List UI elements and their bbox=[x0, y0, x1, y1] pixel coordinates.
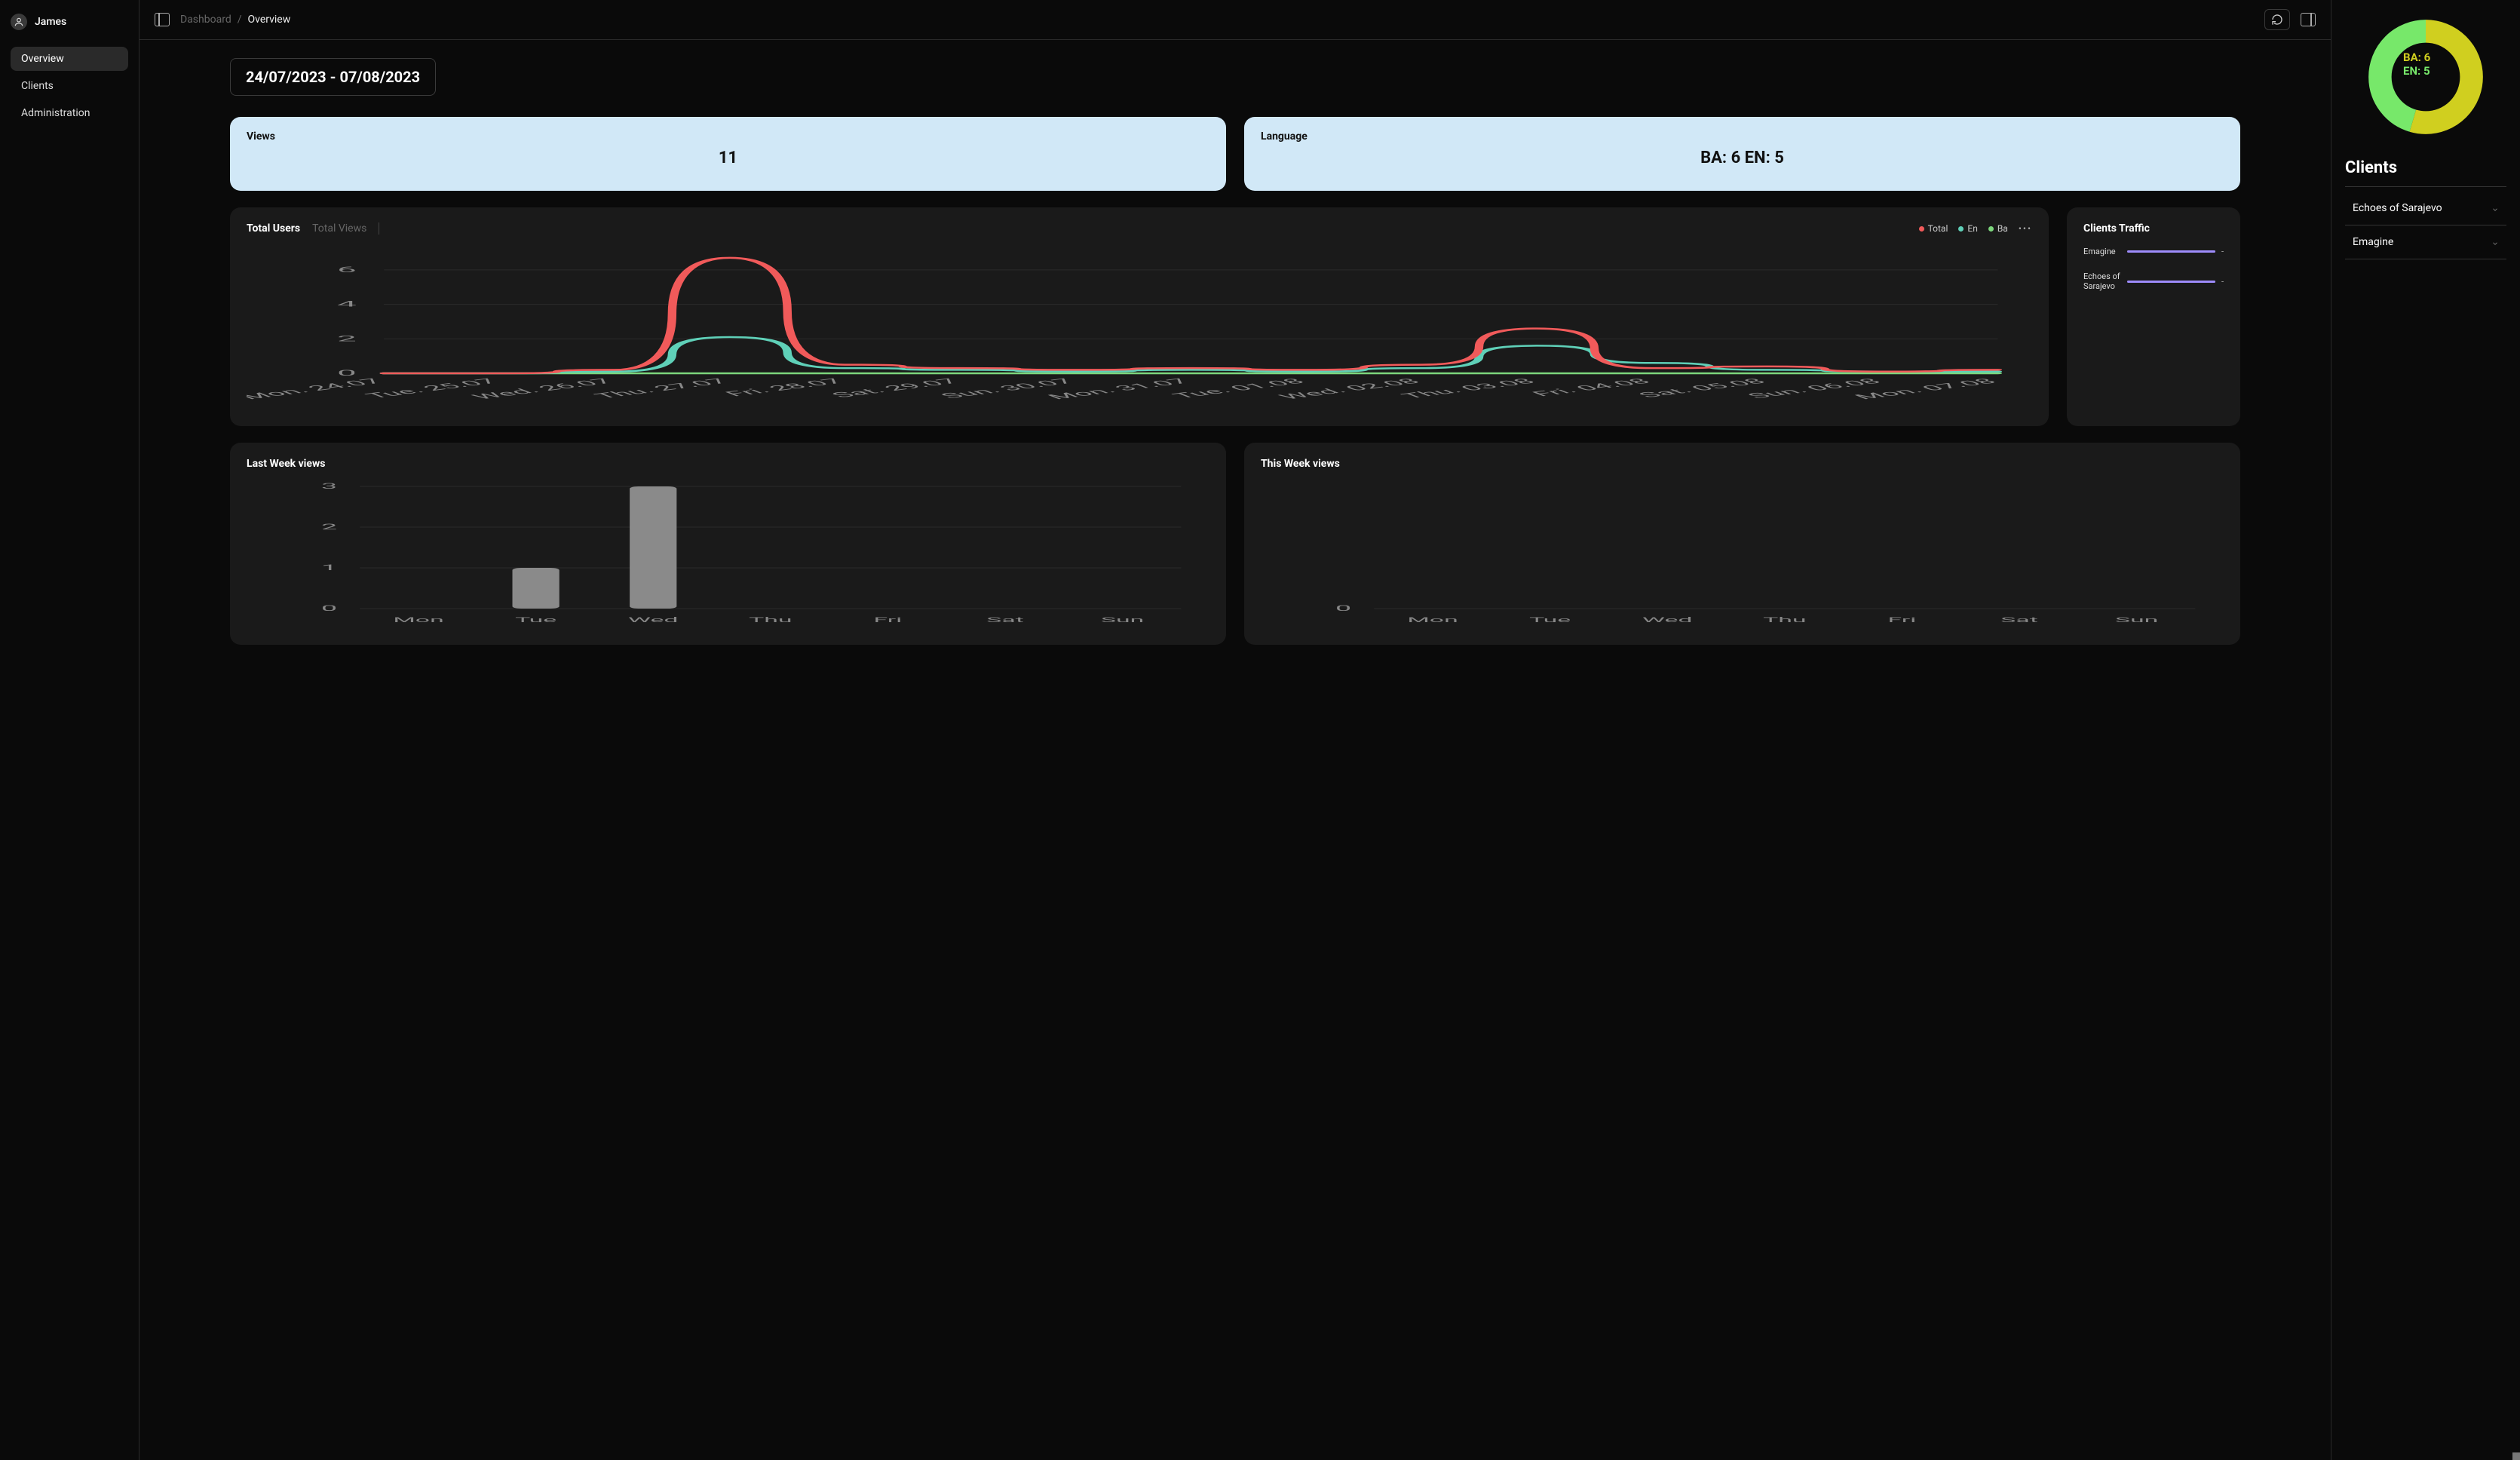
svg-text:Sat: Sat bbox=[986, 616, 1023, 624]
svg-text:0: 0 bbox=[337, 369, 357, 378]
refresh-button[interactable] bbox=[2264, 9, 2290, 30]
topbar: Dashboard / Overview bbox=[139, 0, 2331, 40]
traffic-value: - bbox=[2221, 277, 2224, 287]
traffic-bar bbox=[2127, 250, 2215, 253]
traffic-name: Echoes of Sarajevo bbox=[2083, 271, 2121, 291]
sidebar-item-label: Administration bbox=[21, 107, 90, 119]
accordion-item-echoes[interactable]: Echoes of Sarajevo bbox=[2345, 192, 2506, 225]
traffic-row: Emagine - bbox=[2083, 247, 2224, 256]
traffic-title: Clients Traffic bbox=[2083, 222, 2224, 235]
bar-chart-this-week: 0 Mon Tue Wed Thu Fri Sat Sun bbox=[1261, 479, 2224, 630]
breadcrumb: Dashboard / Overview bbox=[180, 14, 290, 26]
more-icon[interactable]: ••• bbox=[2019, 223, 2032, 234]
sidebar-nav: Overview Clients Administration bbox=[11, 47, 128, 125]
svg-text:0: 0 bbox=[321, 604, 337, 613]
svg-text:2: 2 bbox=[337, 334, 357, 343]
sidebar-item-label: Overview bbox=[21, 53, 64, 65]
legend-dot bbox=[1919, 226, 1924, 232]
stat-card-views: Views 11 bbox=[230, 117, 1226, 191]
svg-text:3: 3 bbox=[321, 482, 337, 491]
svg-text:2: 2 bbox=[321, 523, 337, 532]
line-chart: 0246Mon. 24.07Tue. 25.07Wed. 26.07Thu. 2… bbox=[247, 245, 2032, 411]
svg-text:Thu: Thu bbox=[1763, 616, 1806, 624]
chart-panel-total-users: Total Users Total Views Total En Ba ••• … bbox=[230, 207, 2049, 426]
svg-text:Wed: Wed bbox=[628, 616, 678, 624]
clients-traffic-panel: Clients Traffic Emagine - Echoes of Sara… bbox=[2067, 207, 2240, 426]
legend-dot bbox=[1958, 226, 1964, 232]
resize-handle[interactable] bbox=[2512, 1452, 2520, 1460]
chart-tabs: Total Users Total Views bbox=[247, 222, 379, 235]
accordion-label: Emagine bbox=[2353, 236, 2393, 248]
stat-label: Views bbox=[247, 130, 1209, 143]
traffic-row: Echoes of Sarajevo - bbox=[2083, 271, 2224, 291]
donut-label-ba: BA: 6 bbox=[2403, 51, 2430, 64]
tab-total-users[interactable]: Total Users bbox=[247, 222, 300, 235]
tab-total-views[interactable]: Total Views bbox=[312, 222, 366, 235]
stat-label: Language bbox=[1261, 130, 2224, 143]
panel-title: Last Week views bbox=[247, 458, 1209, 470]
avatar bbox=[11, 14, 27, 30]
svg-text:Sun: Sun bbox=[1101, 616, 1144, 624]
user-row[interactable]: James bbox=[11, 14, 128, 30]
svg-text:4: 4 bbox=[337, 299, 357, 308]
right-aside: BA: 6 EN: 5 Clients Echoes of Sarajevo E… bbox=[2331, 0, 2520, 1460]
this-week-panel: This Week views 0 Mon Tue Wed Thu Fri Sat Sun bbox=[1244, 443, 2240, 645]
stat-value: 11 bbox=[247, 149, 1209, 167]
svg-text:Sat: Sat bbox=[2000, 616, 2037, 624]
language-donut: BA: 6 EN: 5 bbox=[2365, 17, 2486, 137]
sidebar-item-administration[interactable]: Administration bbox=[11, 101, 128, 125]
sidebar-item-overview[interactable]: Overview bbox=[11, 47, 128, 71]
svg-text:Fri: Fri bbox=[1887, 616, 1916, 624]
svg-text:Wed: Wed bbox=[1642, 616, 1692, 624]
breadcrumb-parent[interactable]: Dashboard bbox=[180, 14, 231, 26]
toggle-left-panel-icon[interactable] bbox=[155, 13, 170, 26]
svg-text:Fri. 04.08: Fri. 04.08 bbox=[1527, 377, 1656, 398]
sidebar-item-label: Clients bbox=[21, 80, 54, 92]
svg-text:Fri. 28.07: Fri. 28.07 bbox=[720, 377, 849, 398]
legend-dot bbox=[1988, 226, 1994, 232]
legend-item-total: Total bbox=[1919, 223, 1948, 234]
svg-text:0: 0 bbox=[1335, 604, 1351, 613]
sidebar-item-clients[interactable]: Clients bbox=[11, 74, 128, 98]
bar-chart-last-week: 0 1 2 3 Mon Tue Wed Thu Fri Sat Sun bbox=[247, 479, 1209, 630]
breadcrumb-sep: / bbox=[238, 14, 242, 26]
chevron-down-icon bbox=[2491, 204, 2499, 212]
traffic-bar bbox=[2127, 281, 2215, 283]
toggle-right-panel-icon[interactable] bbox=[2301, 13, 2316, 26]
svg-text:6: 6 bbox=[337, 265, 357, 275]
svg-text:Thu: Thu bbox=[749, 616, 792, 624]
refresh-icon bbox=[2271, 14, 2283, 26]
svg-text:Mon: Mon bbox=[1407, 616, 1458, 624]
breadcrumb-current: Overview bbox=[248, 14, 291, 26]
svg-text:Mon: Mon bbox=[393, 616, 443, 624]
legend-item-ba: Ba bbox=[1988, 223, 2008, 234]
stat-card-language: Language BA: 6 EN: 5 bbox=[1244, 117, 2240, 191]
legend-item-en: En bbox=[1958, 223, 1977, 234]
sidebar: James Overview Clients Administration bbox=[0, 0, 139, 1460]
accordion-item-emagine[interactable]: Emagine bbox=[2345, 225, 2506, 259]
svg-text:Fri: Fri bbox=[873, 616, 902, 624]
divider bbox=[2345, 186, 2506, 187]
accordion-label: Echoes of Sarajevo bbox=[2353, 202, 2442, 214]
svg-text:Tue: Tue bbox=[1529, 616, 1571, 624]
svg-text:Sun: Sun bbox=[2115, 616, 2158, 624]
chart-legend: Total En Ba ••• bbox=[1919, 223, 2032, 234]
traffic-value: - bbox=[2221, 247, 2224, 256]
date-range-picker[interactable]: 24/07/2023 - 07/08/2023 bbox=[230, 58, 436, 96]
panel-title: This Week views bbox=[1261, 458, 2224, 470]
svg-text:Tue: Tue bbox=[515, 616, 556, 624]
svg-text:Mon. 24.07: Mon. 24.07 bbox=[247, 377, 388, 401]
stat-value: BA: 6 EN: 5 bbox=[1261, 149, 2224, 167]
traffic-name: Emagine bbox=[2083, 247, 2121, 256]
last-week-panel: Last Week views 0 1 2 3 Mon Tue Wed Thu Fri Sat Su… bbox=[230, 443, 1226, 645]
donut-labels: BA: 6 EN: 5 bbox=[2403, 51, 2430, 78]
aside-heading: Clients bbox=[2345, 158, 2506, 177]
donut-label-en: EN: 5 bbox=[2403, 64, 2430, 78]
content[interactable]: 24/07/2023 - 07/08/2023 Views 11 Languag… bbox=[139, 40, 2331, 1460]
chevron-down-icon bbox=[2491, 238, 2499, 246]
user-name: James bbox=[35, 16, 66, 28]
svg-text:1: 1 bbox=[321, 563, 337, 572]
main-column: Dashboard / Overview 24/07/2023 - 07/08/… bbox=[139, 0, 2331, 1460]
